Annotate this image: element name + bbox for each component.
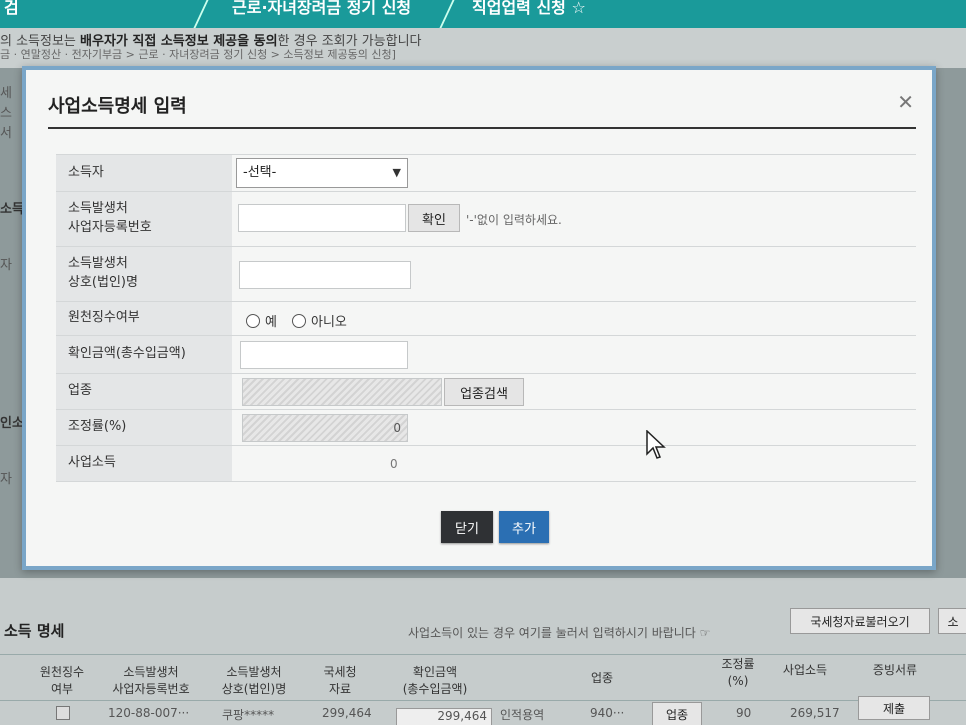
side-label: 자 xyxy=(0,258,12,273)
side-label: 자 xyxy=(0,472,12,487)
radio-circle-icon xyxy=(292,313,306,328)
rate-input: 0 xyxy=(242,414,408,442)
radio-yes[interactable]: 예 xyxy=(246,311,277,330)
row-code: 940··· xyxy=(590,706,625,720)
bizno-hint: '-'없이 입력하세요. xyxy=(466,213,562,227)
nav-item-apply[interactable]: 직업업력 신청 ☆ xyxy=(472,0,586,18)
radio-yes-label: 예 xyxy=(265,315,277,330)
row-submit-button[interactable]: 제출 xyxy=(858,696,930,720)
income-value: 0 xyxy=(390,457,398,471)
row-company: 소득발생처 상호(법인)명 xyxy=(56,247,916,302)
breadcrumb: 금 · 연말정산 · 전자기부금 > 근로 · 자녀장려금 정기 신청 > 소득… xyxy=(0,48,396,61)
mouse-cursor-icon xyxy=(646,430,666,459)
dialog-title: 사업소득명세 입력 xyxy=(48,96,187,117)
nav-item[interactable]: 검 xyxy=(4,0,19,18)
category-input xyxy=(242,378,442,406)
close-button[interactable]: 닫기 xyxy=(441,511,493,543)
th-company: 소득발생처 상호(법인)명 xyxy=(221,665,287,696)
amount-label: 확인금액(총수입금액) xyxy=(56,336,232,373)
nav-separator xyxy=(193,0,209,28)
side-label: 소득 xyxy=(0,202,24,217)
nav-item-tax-credit[interactable]: 근로·자녀장려금 정기 신청 xyxy=(232,0,411,18)
th-nts: 국세청 자료 xyxy=(323,665,357,696)
row-bizno: 120-88-007··· xyxy=(108,706,190,720)
radio-circle-icon xyxy=(246,313,260,328)
income-section-bg xyxy=(0,578,966,725)
chevron-down-icon: ▼ xyxy=(392,166,401,179)
earner-select-value: -선택- xyxy=(243,165,277,180)
withholding-label: 원천징수여부 xyxy=(56,302,232,335)
row-company: 쿠팡***** xyxy=(222,708,275,722)
row-income: 사업소득 0 xyxy=(56,446,916,482)
row-category-button[interactable]: 업종 xyxy=(652,702,702,725)
partial-button[interactable]: 소 xyxy=(938,608,966,634)
income-label: 사업소득 xyxy=(56,446,232,481)
business-income-dialog: 사업소득명세 입력 ✕ 소득자 -선택- ▼ 소득발생처 사업자등록번호 확인 '… xyxy=(22,66,936,570)
radio-no[interactable]: 아니오 xyxy=(292,311,347,330)
side-label: 서 xyxy=(0,126,12,141)
table-rule xyxy=(0,700,966,701)
row-rate: 조정률(%) 0 xyxy=(56,410,916,446)
row-checkbox[interactable] xyxy=(56,706,70,720)
earner-select[interactable]: -선택- ▼ xyxy=(236,158,408,188)
section-hint-link[interactable]: 사업소득이 있는 경우 여기를 눌러서 입력하시기 바랍니다 ☞ xyxy=(408,624,710,641)
row-rate: 90 xyxy=(736,706,752,720)
row-income: 269,517 xyxy=(790,706,840,720)
company-input[interactable] xyxy=(239,261,411,289)
row-earner: 소득자 -선택- ▼ xyxy=(56,154,916,192)
row-amount: 확인금액(총수입금액) xyxy=(56,336,916,374)
radio-no-label: 아니오 xyxy=(311,315,347,330)
earner-label: 소득자 xyxy=(56,155,232,191)
title-divider xyxy=(48,127,916,129)
th-bizno: 소득발생처 사업자등록번호 xyxy=(112,665,190,696)
category-label: 업종 xyxy=(56,374,232,409)
close-icon[interactable]: ✕ xyxy=(897,90,914,114)
th-income: 사업소득 xyxy=(782,663,828,677)
company-label: 소득발생처 상호(법인)명 xyxy=(56,247,232,301)
th-rate: 조정률 (%) xyxy=(721,657,755,688)
amount-input[interactable] xyxy=(240,341,408,369)
th-withholding: 원천징수 여부 xyxy=(39,665,85,696)
add-button[interactable]: 추가 xyxy=(499,511,549,543)
row-nts: 299,464 xyxy=(322,706,372,720)
row-amount-input[interactable]: 299,464 xyxy=(396,708,492,725)
bizno-label: 소득발생처 사업자등록번호 xyxy=(56,192,232,246)
confirm-button[interactable]: 확인 xyxy=(408,204,460,232)
category-search-button[interactable]: 업종검색 xyxy=(444,378,524,406)
row-withholding: 원천징수여부 예 아니오 xyxy=(56,302,916,336)
section-title: 소득 명세 xyxy=(4,622,65,640)
row-bizno: 소득발생처 사업자등록번호 확인 '-'없이 입력하세요. xyxy=(56,192,916,247)
side-label: 세 xyxy=(0,86,12,101)
rate-label: 조정률(%) xyxy=(56,410,232,445)
th-amount: 확인금액 (총수입금액) xyxy=(402,665,468,696)
row-category: 업종 업종검색 xyxy=(56,374,916,410)
nts-import-button[interactable]: 국세청자료불러오기 xyxy=(790,608,930,634)
top-nav-bar: 검 근로·자녀장려금 정기 신청 직업업력 신청 ☆ xyxy=(0,0,966,28)
nav-separator xyxy=(439,0,455,28)
side-label: 인소 xyxy=(0,416,24,431)
table-rule xyxy=(0,654,966,655)
bizno-input[interactable] xyxy=(238,204,406,232)
row-category: 인적용역 xyxy=(500,708,545,722)
side-label: 스 xyxy=(0,106,12,121)
th-category: 업종 xyxy=(590,671,614,685)
th-evidence: 증빙서류 xyxy=(872,663,918,677)
